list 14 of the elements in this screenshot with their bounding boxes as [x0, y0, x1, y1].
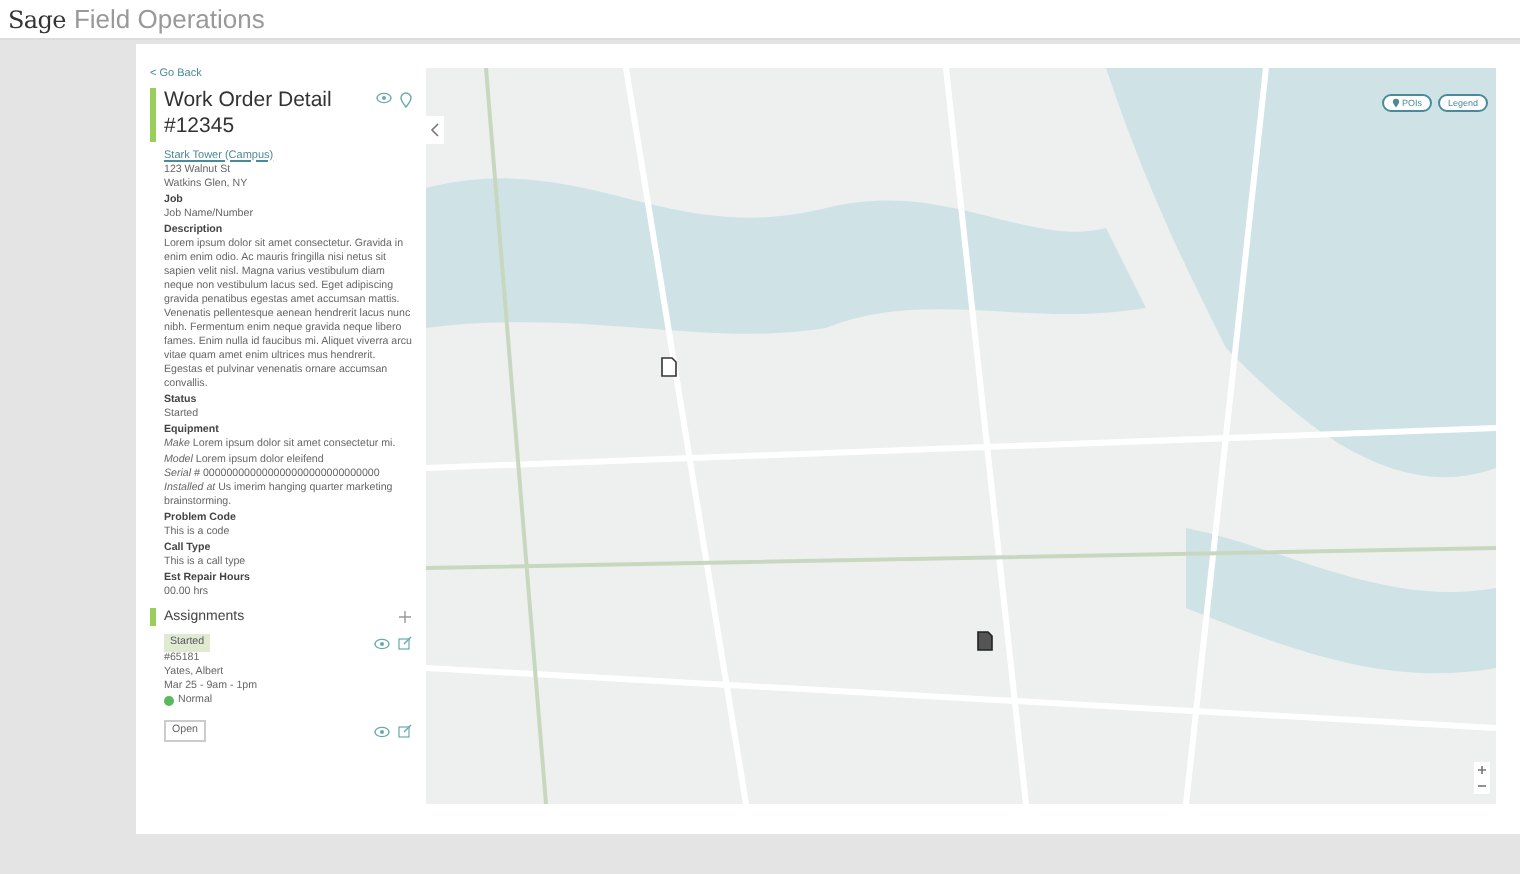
view-icon[interactable] — [374, 725, 390, 738]
app-title: Field Operations — [73, 1, 265, 38]
edit-icon[interactable] — [398, 724, 412, 739]
zoom-in-icon[interactable] — [1474, 762, 1490, 778]
view-icon[interactable] — [374, 637, 390, 650]
priority-icon — [164, 696, 174, 707]
work-order-number: #12345 — [164, 114, 237, 142]
logo: Sage — [8, 3, 66, 37]
add-icon[interactable] — [398, 609, 412, 624]
edit-icon[interactable] — [398, 636, 412, 651]
page-title: Work Order Detail — [164, 88, 334, 115]
map-pin-icon — [1391, 98, 1400, 108]
document-icon — [660, 356, 678, 378]
document-icon — [976, 630, 994, 652]
